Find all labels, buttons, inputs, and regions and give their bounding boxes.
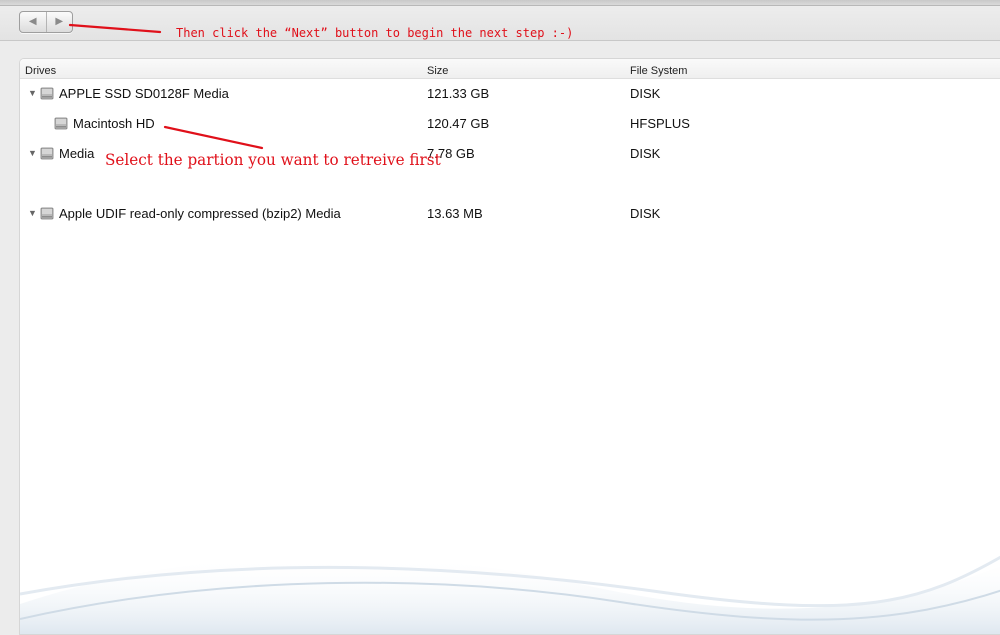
left-triangle-icon: ◀ [28,16,37,27]
disclosure-triangle-icon[interactable]: ▼ [28,149,37,158]
hard-drive-icon [54,117,68,130]
column-header-size[interactable]: Size [427,65,448,77]
table-header: Drives Size File System [20,59,1000,79]
column-header-file-system[interactable]: File System [630,65,687,77]
partition-name: Macintosh HD [73,116,155,131]
drive-file-system: DISK [630,86,661,101]
next-step-hint: Then click the “Next” button to begin th… [176,26,574,40]
drives-panel: Drives Size File System ▼ APPLE SSD SD01… [19,58,1000,635]
background-wave [20,555,1000,634]
disclosure-triangle-icon[interactable]: ▼ [28,89,37,98]
back-button[interactable]: ◀ [20,12,46,32]
drive-file-system: DISK [630,206,661,221]
drive-size: 121.33 GB [427,86,490,101]
column-header-drives[interactable]: Drives [25,65,56,77]
drive-size: 13.63 MB [427,206,483,221]
hard-drive-icon [40,87,54,100]
drive-name: APPLE SSD SD0128F Media [59,86,229,101]
next-button[interactable]: ▶ [45,12,73,32]
right-triangle-icon: ▶ [55,16,64,27]
hard-drive-icon [40,147,54,160]
partition-size: 120.47 GB [427,116,490,131]
hard-drive-icon [40,207,54,220]
table-row[interactable]: ▼ Apple UDIF read-only compressed (bzip2… [20,203,1000,225]
drive-file-system: DISK [630,146,661,161]
table-row[interactable]: ▼ APPLE SSD SD0128F Media 121.33 GB DISK [20,83,1000,105]
drive-name: Apple UDIF read-only compressed (bzip2) … [59,206,341,221]
table-row[interactable]: Macintosh HD 120.47 GB HFSPLUS [20,113,1000,135]
drive-name: Media [59,146,95,161]
partition-file-system: HFSPLUS [630,116,690,131]
navigation-buttons: ◀ ▶ [19,11,73,33]
select-partition-hint: Select the partion you want to retreive … [105,150,441,169]
disclosure-triangle-icon[interactable]: ▼ [28,209,37,218]
